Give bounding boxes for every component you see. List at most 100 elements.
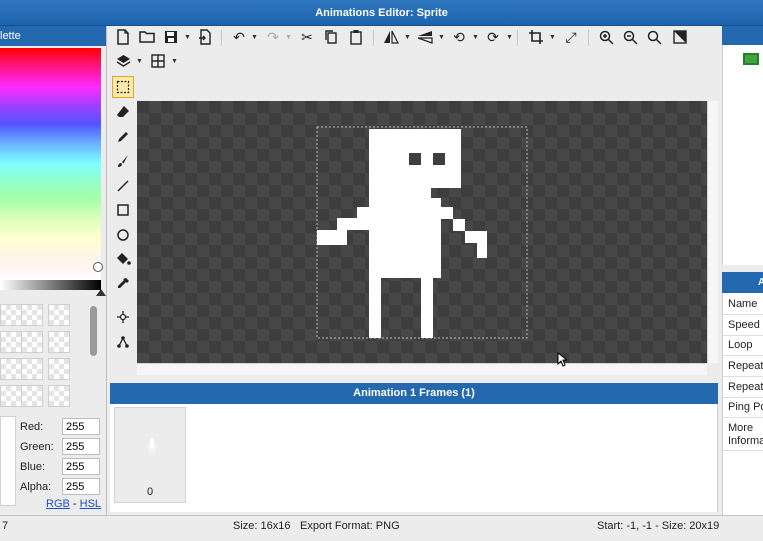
new-file-icon[interactable] — [112, 26, 134, 48]
prop-speed: Speed — [728, 319, 760, 331]
swatch[interactable] — [48, 358, 70, 380]
swatch[interactable] — [48, 304, 70, 326]
line-icon[interactable] — [112, 175, 134, 197]
red-label: Red: — [20, 421, 44, 433]
undo-caret-icon[interactable]: ▼ — [251, 34, 258, 41]
swatch[interactable] — [48, 331, 70, 353]
red-input[interactable] — [62, 418, 100, 435]
flip-vertical-icon[interactable] — [414, 26, 436, 48]
move-point-icon[interactable] — [112, 306, 134, 328]
export-icon[interactable] — [194, 26, 216, 48]
swatch[interactable] — [48, 385, 70, 407]
hsl-mode-link[interactable]: HSL — [80, 498, 101, 510]
sprite-drawing — [316, 126, 528, 339]
crop-caret-icon[interactable]: ▼ — [549, 34, 556, 41]
swatch[interactable] — [0, 331, 22, 353]
swatch[interactable] — [21, 304, 43, 326]
prop-divider — [723, 376, 763, 377]
cut-icon[interactable]: ✂ — [296, 26, 318, 48]
main-toolbar: ▼ ↶ ▼ ↷ ▼ ✂ ▼ ▼ ⟲ ▼ ⟳ ▼ ▼ ⤢ ▼ ▼ — [109, 26, 719, 74]
redo-icon[interactable]: ↷ — [262, 26, 284, 48]
zoom-fit-icon[interactable] — [643, 26, 665, 48]
rotate-left-icon[interactable]: ⟲ — [448, 26, 470, 48]
status-selection: Start: -1, -1 - Size: 20x19 — [597, 520, 720, 532]
flip-horizontal-icon[interactable] — [380, 26, 402, 48]
green-label: Green: — [20, 441, 54, 453]
save-icon[interactable] — [160, 26, 182, 48]
rgb-mode-link[interactable]: RGB — [46, 498, 70, 510]
rotate-right-caret-icon[interactable]: ▼ — [506, 34, 513, 41]
frame-thumbnail[interactable]: 0 — [114, 407, 186, 503]
alpha-row: Alpha: — [20, 478, 105, 498]
brightness-slider[interactable] — [0, 280, 101, 290]
frames-header: Animation 1 Frames (1) — [110, 383, 718, 404]
zoom-out-icon[interactable] — [619, 26, 641, 48]
redo-caret-icon[interactable]: ▼ — [285, 34, 292, 41]
rotate-right-icon[interactable]: ⟳ — [482, 26, 504, 48]
drawing-canvas[interactable] — [137, 101, 707, 363]
frame-index: 0 — [146, 486, 154, 498]
animation-list — [722, 45, 763, 265]
grid-caret-icon[interactable]: ▼ — [171, 58, 178, 65]
swatch[interactable] — [21, 331, 43, 353]
save-caret-icon[interactable]: ▼ — [184, 34, 191, 41]
brightness-slider-handle[interactable] — [96, 289, 106, 296]
prop-more-info: More Informa — [728, 422, 763, 447]
prop-divider — [723, 397, 763, 398]
layers-icon[interactable] — [112, 50, 134, 72]
mode-separator: - — [72, 498, 77, 510]
swatch-scrollbar[interactable] — [90, 306, 97, 356]
node-icon[interactable] — [112, 331, 134, 353]
animation-item-icon[interactable] — [743, 53, 759, 65]
green-input[interactable] — [62, 438, 100, 455]
rect-select-icon[interactable] — [112, 76, 134, 98]
swatch[interactable] — [0, 385, 22, 407]
swatch[interactable] — [21, 358, 43, 380]
color-palette-panel: lette Red: Green: Blue: Alpha: RGB - H — [0, 26, 107, 515]
status-size: Size: 16x16 — [233, 520, 291, 532]
ellipse-icon[interactable] — [112, 224, 134, 246]
zoom-in-icon[interactable] — [595, 26, 617, 48]
rectangle-icon[interactable] — [112, 199, 134, 221]
swatch[interactable] — [0, 358, 22, 380]
swatch[interactable] — [21, 385, 43, 407]
prop-divider — [723, 335, 763, 336]
prop-loop: Loop — [728, 339, 753, 351]
blue-label: Blue: — [20, 461, 46, 473]
color-picker-field[interactable] — [0, 48, 101, 280]
undo-icon[interactable]: ↶ — [228, 26, 250, 48]
canvas-vertical-scrollbar[interactable] — [707, 101, 718, 363]
brush-icon[interactable] — [112, 150, 134, 172]
prop-repeat-2: Repeat — [728, 381, 763, 393]
color-picker-handle[interactable] — [93, 262, 103, 272]
right-panel-header — [722, 26, 763, 45]
palette-header-label: lette — [0, 30, 21, 42]
status-export-format: Export Format: PNG — [300, 520, 400, 532]
crop-icon[interactable] — [525, 26, 547, 48]
pencil-icon[interactable] — [112, 126, 134, 148]
flip-v-caret-icon[interactable]: ▼ — [438, 34, 445, 41]
swatch[interactable] — [0, 304, 22, 326]
paste-icon[interactable] — [345, 26, 367, 48]
eraser-icon[interactable] — [112, 101, 134, 123]
rotate-left-caret-icon[interactable]: ▼ — [472, 34, 479, 41]
grid-icon[interactable] — [147, 50, 169, 72]
prop-repeat: Repeat — [728, 360, 763, 372]
contrast-icon[interactable] — [669, 26, 691, 48]
open-folder-icon[interactable] — [136, 26, 158, 48]
resize-icon[interactable]: ⤢ — [560, 26, 582, 48]
sprite-figure — [317, 129, 487, 338]
flip-caret-icon[interactable]: ▼ — [404, 34, 411, 41]
prop-ping-pong: Ping Po — [728, 401, 763, 413]
title-bar: Animations Editor: Sprite — [0, 0, 763, 26]
eyedropper-icon[interactable] — [112, 273, 134, 295]
fill-bucket-icon[interactable] — [112, 248, 134, 270]
layers-caret-icon[interactable]: ▼ — [136, 58, 143, 65]
copy-icon[interactable] — [320, 26, 342, 48]
frame-preview — [149, 438, 155, 454]
properties-panel: Name Speed Loop Repeat Repeat Ping Po Mo… — [722, 293, 763, 515]
canvas-horizontal-scrollbar[interactable] — [137, 363, 707, 375]
alpha-input[interactable] — [62, 478, 100, 495]
blue-input[interactable] — [62, 458, 100, 475]
toolbar-divider — [588, 30, 589, 46]
